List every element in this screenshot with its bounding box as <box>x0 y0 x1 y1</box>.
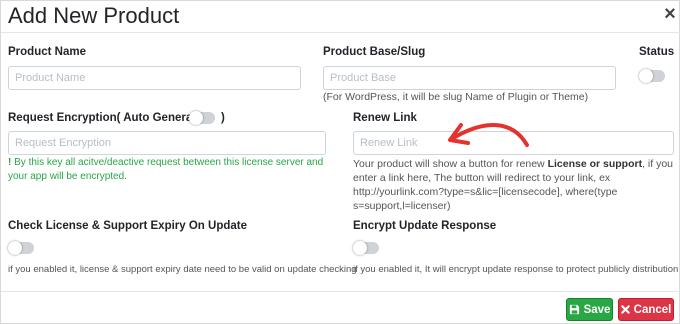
product-name-label: Product Name <box>8 46 86 58</box>
renew-help-pre: Your product will show a button for rene… <box>353 158 548 170</box>
renew-link-help: Your product will show a button for rene… <box>353 157 678 213</box>
request-encryption-label-close: ) <box>221 112 225 124</box>
toggle-knob <box>8 241 22 255</box>
modal-title: Add New Product <box>8 3 180 28</box>
request-encryption-note: ! By this key all acitve/deactive reques… <box>8 156 330 184</box>
add-product-modal: Add New Product × Product Name Product B… <box>0 0 680 324</box>
check-expiry-help: if you enabled it, license & support exp… <box>8 264 357 275</box>
product-base-label: Product Base/Slug <box>323 46 426 58</box>
toggle-knob <box>639 69 653 83</box>
modal-header: Add New Product × <box>1 1 680 33</box>
request-encryption-label: Request Encryption( Auto Generate? <box>8 112 210 124</box>
product-name-input[interactable] <box>8 66 301 90</box>
encrypt-update-help: if you enabled it, It will encrypt updat… <box>353 264 679 275</box>
check-expiry-label: Check License & Support Expiry On Update <box>8 220 247 232</box>
check-expiry-toggle[interactable] <box>8 241 34 255</box>
product-base-input[interactable] <box>323 66 616 90</box>
renew-help-bold: License or support <box>547 158 643 170</box>
cancel-button-label: Cancel <box>633 303 672 316</box>
save-icon <box>569 304 579 315</box>
note-text: By this key all acitve/deactive request … <box>8 157 324 182</box>
close-icon[interactable]: × <box>662 4 678 24</box>
modal-footer-divider <box>1 291 680 292</box>
status-toggle[interactable] <box>639 69 665 83</box>
curved-arrow-icon <box>448 123 529 147</box>
auto-generate-toggle[interactable] <box>189 111 215 125</box>
status-label: Status <box>639 46 675 58</box>
toggle-knob <box>189 111 203 125</box>
request-encryption-label-text: Request Encryption( Auto Generate? <box>8 112 210 124</box>
encrypt-update-label: Encrypt Update Response <box>353 220 497 232</box>
cancel-button[interactable]: Cancel <box>618 298 674 321</box>
toggle-knob <box>353 241 367 255</box>
x-icon <box>620 305 630 314</box>
save-button-label: Save <box>583 303 611 316</box>
renew-link-label: Renew Link <box>353 112 417 124</box>
request-encryption-input[interactable] <box>8 131 326 155</box>
product-base-hint: (For WordPress, it will be slug Name of … <box>323 91 589 103</box>
save-button[interactable]: Save <box>566 298 613 321</box>
encrypt-update-toggle[interactable] <box>353 241 379 255</box>
